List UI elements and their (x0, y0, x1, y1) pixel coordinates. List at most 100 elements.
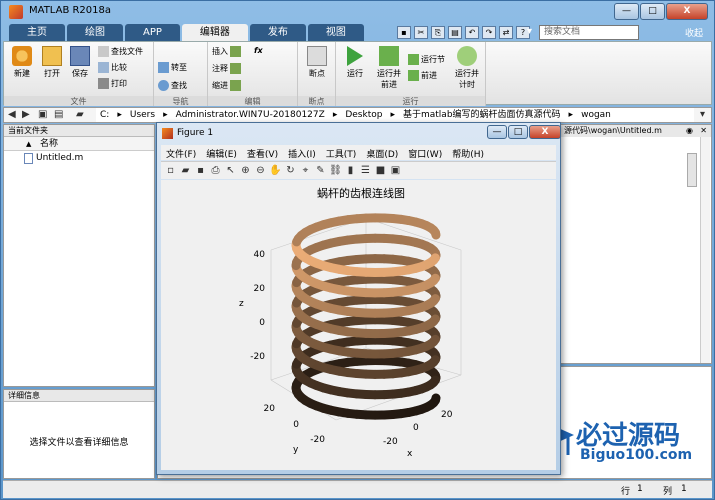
tab-plots[interactable]: 绘图 (67, 24, 123, 41)
find-button[interactable]: 查找 (158, 80, 187, 91)
find-files-button[interactable]: 查找文件 (98, 46, 143, 57)
z-tick-label: 20 (254, 284, 266, 294)
rotate-icon[interactable]: ↻ (284, 164, 297, 177)
maximize-button[interactable]: □ (640, 3, 665, 20)
path-segment[interactable]: Users (130, 108, 155, 122)
link-icon[interactable]: ⛓ (329, 164, 342, 177)
insert-label: 插入 (212, 47, 228, 56)
pointer-icon[interactable]: ↖ (224, 164, 237, 177)
insert-button[interactable]: 插入 (212, 46, 241, 57)
tab-apps[interactable]: APP (125, 24, 180, 41)
column-header-name[interactable]: ▲ 名称 (4, 137, 154, 151)
zoom-out-icon[interactable]: ⊖ (254, 164, 267, 177)
tab-view[interactable]: 视图 (307, 24, 364, 41)
path-segment[interactable]: Desktop (345, 108, 382, 122)
collapse-button[interactable]: 收起 (685, 26, 703, 39)
path-segment[interactable]: 基于matlab编写的蜗杆齿面仿真源代码 (403, 108, 561, 122)
open-button[interactable]: 打开 (40, 46, 64, 79)
tab-editor[interactable]: 编辑器 (181, 24, 248, 41)
close-button[interactable]: X (666, 3, 708, 20)
undo-icon[interactable]: ↶ (465, 26, 479, 39)
comment-button[interactable]: 注释 (212, 63, 241, 74)
browse-icon[interactable]: ▤ (54, 109, 63, 120)
paste-icon[interactable]: ▤ (448, 26, 462, 39)
z-axis-label: z (239, 299, 244, 309)
menu-desktop[interactable]: 桌面(D) (361, 145, 403, 160)
menu-tools[interactable]: 工具(T) (321, 145, 362, 160)
run-advance-button[interactable]: 运行并 前进 (374, 46, 404, 90)
breakpoints-button[interactable]: 断点 (304, 46, 330, 79)
row-value: 1 (637, 484, 643, 494)
legend-icon[interactable]: ☰ (359, 164, 372, 177)
menu-file[interactable]: 文件(F) (161, 145, 201, 160)
indent-button[interactable]: 缩进 (212, 80, 241, 91)
menu-view[interactable]: 查看(V) (242, 145, 283, 160)
brush-icon[interactable]: ✎ (314, 164, 327, 177)
dropdown-icon[interactable]: ▾ (527, 26, 532, 37)
compare-button[interactable]: 比较 (98, 62, 127, 73)
run-button[interactable]: 运行 (342, 46, 368, 79)
minimize-button[interactable]: — (487, 125, 507, 139)
current-path[interactable]: C: ▸ Users ▸ Administrator.WIN7U-20180127Z… (96, 108, 694, 122)
y-axis-label: y (293, 445, 299, 455)
print-button[interactable]: 打印 (98, 78, 127, 89)
path-segment[interactable]: C: (100, 108, 109, 122)
advance-icon (408, 70, 419, 81)
search-input[interactable]: 搜索文档 (539, 25, 639, 40)
menu-help[interactable]: 帮助(H) (447, 145, 489, 160)
open-icon[interactable]: ▰ (179, 164, 192, 177)
save-icon[interactable]: ▪ (397, 26, 411, 39)
switch-icon[interactable]: ⇄ (499, 26, 513, 39)
show-plot-tools-icon[interactable]: ▣ (389, 164, 402, 177)
zoom-in-icon[interactable]: ⊕ (239, 164, 252, 177)
forward-icon[interactable]: ▶ (22, 109, 30, 120)
panel-menu-icon[interactable]: ◉ (686, 125, 693, 137)
goto-button[interactable]: 转至 (158, 62, 187, 73)
panel-title: 详细信息 (4, 390, 154, 402)
run-section-button[interactable]: 运行节 (408, 54, 445, 65)
plot-svg[interactable]: 蜗杆的齿根连线图 z y x 40 20 0 -20 20 0 -20 -20 … (161, 180, 556, 470)
data-cursor-icon[interactable]: ⌖ (299, 164, 312, 177)
path-segment[interactable]: Administrator.WIN7U-20180127Z (176, 108, 325, 122)
path-segment[interactable]: wogan (581, 108, 611, 122)
pan-icon[interactable]: ✋ (269, 164, 282, 177)
menu-edit[interactable]: 编辑(E) (201, 145, 242, 160)
breakpoints-label: 断点 (309, 69, 325, 78)
open-label: 打开 (44, 69, 60, 78)
minimize-button[interactable]: — (614, 3, 639, 20)
save-icon[interactable]: ▪ (194, 164, 207, 177)
redo-icon[interactable]: ↷ (482, 26, 496, 39)
dropdown-icon[interactable]: ▾ (700, 109, 705, 120)
percent-icon (230, 63, 241, 74)
copy-icon[interactable]: ⎘ (431, 26, 445, 39)
y-tick-label: 20 (264, 404, 276, 414)
folder-icon (42, 46, 62, 66)
hide-plot-tools-icon[interactable]: ■ (374, 164, 387, 177)
maximize-button[interactable]: □ (508, 125, 528, 139)
print-icon[interactable]: ⎙ (209, 164, 222, 177)
new-figure-icon[interactable]: ▫ (164, 164, 177, 177)
menu-insert[interactable]: 插入(I) (283, 145, 321, 160)
tab-home[interactable]: 主页 (9, 24, 65, 41)
tab-publish[interactable]: 发布 (249, 24, 306, 41)
cut-icon[interactable]: ✂ (414, 26, 428, 39)
save-button[interactable]: 保存 (68, 46, 92, 79)
goto-label: 转至 (171, 63, 187, 72)
colorbar-icon[interactable]: ▮ (344, 164, 357, 177)
run-time-button[interactable]: 运行并 计时 (452, 46, 482, 90)
new-button[interactable]: 新建 (10, 46, 34, 79)
editor-scrollbar[interactable] (687, 153, 697, 187)
back-icon[interactable]: ◀ (8, 109, 16, 120)
ribbon-group-file: 新建 打开 保存 查找文件 比较 打印 文件 (4, 42, 154, 106)
vertical-scrollbar[interactable] (700, 137, 710, 363)
close-icon[interactable]: ✕ (700, 125, 707, 137)
list-item[interactable]: Untitled.m (4, 151, 154, 165)
details-panel: 详细信息 选择文件以查看详细信息 (3, 389, 155, 479)
menu-window[interactable]: 窗口(W) (403, 145, 447, 160)
fx-button[interactable]: fx (254, 46, 263, 55)
close-button[interactable]: X (529, 125, 561, 139)
advance-button[interactable]: 前进 (408, 70, 437, 81)
up-folder-icon[interactable]: ▣ (38, 109, 47, 120)
z-tick-label: 40 (254, 250, 266, 260)
figure-toolbar: ▫ ▰ ▪ ⎙ ↖ ⊕ ⊖ ✋ ↻ ⌖ ✎ ⛓ ▮ ☰ ■ ▣ (161, 161, 556, 179)
